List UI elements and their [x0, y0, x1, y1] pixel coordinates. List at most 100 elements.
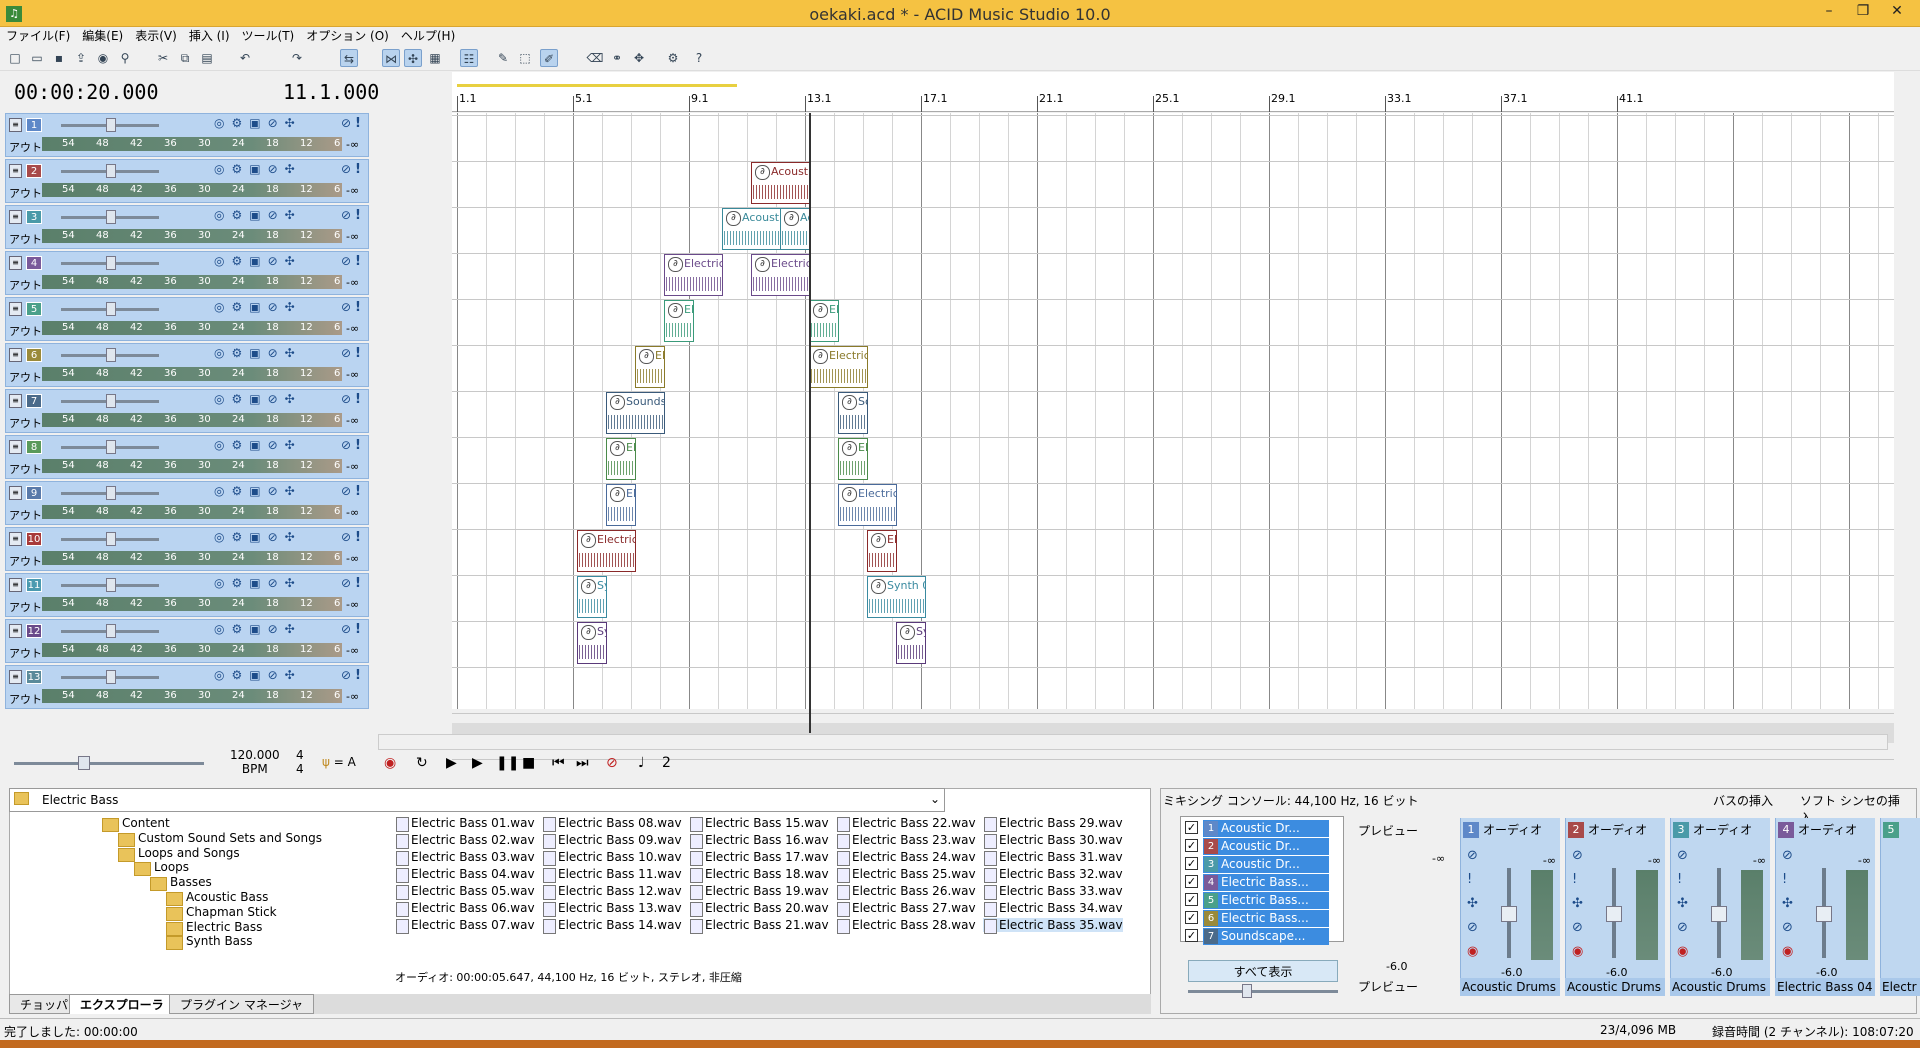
file-item[interactable]: Electric Bass 32.wav	[983, 867, 1123, 883]
menu-view[interactable]: 表示(V)	[129, 27, 183, 46]
file-item[interactable]: Electric Bass 07.wav	[395, 918, 535, 934]
file-item[interactable]: Electric Bass 06.wav	[395, 901, 535, 917]
track-volume-knob[interactable]	[106, 348, 116, 362]
strip-fx-icon[interactable]: ⊘	[1467, 920, 1478, 935]
file-item[interactable]: Electric Bass 28.wav	[836, 918, 976, 934]
track-grip-icon[interactable]: ≡	[9, 532, 22, 546]
track-fx-icons[interactable]: ◎⚙▣⊘✣	[214, 208, 302, 222]
track-header[interactable]: ≡ 5 ◎⚙▣⊘✣! アウト 54 48 42 36 30 24 18 12 6 -∞ ⊘	[5, 297, 369, 341]
file-item[interactable]: Electric Bass 21.wav	[689, 918, 829, 934]
strip-fx-icon[interactable]: ⊘	[1782, 920, 1793, 935]
audio-clip[interactable]: Electric B	[751, 254, 810, 296]
tempo-display[interactable]: 120.000 BPM	[230, 748, 280, 776]
loop-region[interactable]	[457, 84, 737, 87]
strip-header[interactable]: 1 オーディオ	[1461, 820, 1561, 840]
mixer-strip[interactable]: 3 オーディオ -∞ ⊘! ✣ ⊘ ◉ -6.0	[1670, 818, 1770, 986]
snap-icon[interactable]: ⋈	[382, 49, 400, 67]
audio-clip[interactable]: El	[809, 300, 839, 342]
track-fx-icons[interactable]: ◎⚙▣⊘✣	[214, 300, 302, 314]
track-alert-icon[interactable]: !	[355, 346, 361, 361]
minimize-button[interactable]: –	[1812, 0, 1846, 22]
tab-plugin-manager[interactable]: プラグイン マネージャ	[169, 994, 314, 1014]
tree-node[interactable]: Synth Bass	[166, 934, 253, 951]
track-alert-icon[interactable]: !	[355, 530, 361, 545]
strip-fader-knob[interactable]	[1711, 906, 1727, 922]
strip-fx-icon[interactable]: ◉	[1677, 944, 1688, 959]
track-grip-icon[interactable]: ≡	[9, 394, 22, 408]
new-icon[interactable]: □	[6, 49, 24, 67]
strip-fx-icon[interactable]: ◉	[1782, 944, 1793, 959]
track-header[interactable]: ≡ 6 ◎⚙▣⊘✣! アウト 54 48 42 36 30 24 18 12 6 -∞ ⊘	[5, 343, 369, 387]
file-item[interactable]: Electric Bass 13.wav	[542, 901, 682, 917]
redo-icon[interactable]: ↷	[288, 49, 306, 67]
strip-fx-icon[interactable]: ✣	[1782, 896, 1793, 911]
erase-tool-icon[interactable]: ⌫	[586, 49, 604, 67]
auto-ripple-icon[interactable]: ⇆	[340, 49, 358, 67]
track-header[interactable]: ≡ 7 ◎⚙▣⊘✣! アウト 54 48 42 36 30 24 18 12 6 -∞ ⊘	[5, 389, 369, 433]
file-item[interactable]: Electric Bass 08.wav	[542, 816, 682, 832]
strip-fx-icon[interactable]: ✣	[1572, 896, 1583, 911]
file-item[interactable]: Electric Bass 20.wav	[689, 901, 829, 917]
menu-edit[interactable]: 編集(E)	[76, 27, 129, 46]
explorer-path-field[interactable]: Electric Bass ⌄	[9, 788, 945, 812]
track-volume-knob[interactable]	[106, 164, 116, 178]
track-header[interactable]: ≡ 8 ◎⚙▣⊘✣! アウト 54 48 42 36 30 24 18 12 6 -∞ ⊘	[5, 435, 369, 479]
track-alert-icon[interactable]: !	[355, 300, 361, 315]
metronome-icon[interactable]: ⚙	[664, 49, 682, 67]
tree-node[interactable]: Electric Bass	[166, 920, 262, 936]
draw-tool-icon[interactable]: ✎	[494, 49, 512, 67]
track-grip-icon[interactable]: ≡	[9, 164, 22, 178]
tree-node[interactable]: Acoustic Bass	[166, 890, 268, 906]
mixer-strip[interactable]: 2 オーディオ -∞ ⊘! ✣ ⊘ ◉ -6.0	[1565, 818, 1665, 986]
strip-fx-icon[interactable]: ⊘	[1467, 848, 1478, 863]
strip-fader-knob[interactable]	[1606, 906, 1622, 922]
channel-checkbox[interactable]: ✓	[1185, 893, 1198, 906]
strip-fx-icon[interactable]: !	[1467, 872, 1472, 887]
file-item[interactable]: Electric Bass 31.wav	[983, 850, 1123, 866]
menu-file[interactable]: ファイル(F)	[0, 27, 76, 46]
audio-clip[interactable]: El	[606, 484, 636, 526]
track-volume-knob[interactable]	[106, 624, 116, 638]
audio-clip[interactable]: Electric f	[577, 530, 636, 572]
strip-fx-icon[interactable]: ⊘	[1677, 920, 1688, 935]
channel-list-item[interactable]: 2 Acoustic Dr...	[1203, 838, 1329, 855]
strip-fx-icon[interactable]: !	[1782, 872, 1787, 887]
track-grip-icon[interactable]: ≡	[9, 302, 22, 316]
file-item[interactable]: Electric Bass 09.wav	[542, 833, 682, 849]
channel-checkbox[interactable]: ✓	[1185, 875, 1198, 888]
menu-insert[interactable]: 挿入 (I)	[183, 27, 236, 46]
track-mute-icon[interactable]: ⊘	[341, 622, 351, 636]
track-volume-knob[interactable]	[106, 394, 116, 408]
file-list[interactable]: Electric Bass 01.wav Electric Bass 02.wav…	[395, 816, 1147, 936]
strip-header[interactable]: 5	[1881, 820, 1920, 840]
track-alert-icon[interactable]: !	[355, 116, 361, 131]
track-header[interactable]: ≡ 11 ◎⚙▣⊘✣! アウト 54 48 42 36 30 24 18 12 6 -∞ ⊘	[5, 573, 369, 617]
menu-help[interactable]: ヘルプ(H)	[395, 27, 461, 46]
menu-options[interactable]: オプション (O)	[300, 27, 395, 46]
audio-clip[interactable]: Electric B	[809, 346, 868, 388]
horizontal-scrollbar[interactable]	[378, 734, 1888, 750]
track-grip-icon[interactable]: ≡	[9, 578, 22, 592]
audio-clip[interactable]: Acoustic	[751, 162, 810, 204]
tree-node[interactable]: Basses	[150, 875, 212, 892]
track-volume-knob[interactable]	[106, 118, 116, 132]
track-mute-icon[interactable]: ⊘	[341, 116, 351, 130]
selection-icon[interactable]: ▦	[426, 49, 444, 67]
file-item[interactable]: Electric Bass 05.wav	[395, 884, 535, 900]
open-icon[interactable]: ▭	[28, 49, 46, 67]
copy-icon[interactable]: ⧉	[176, 49, 194, 67]
strip-fx-icon[interactable]: ⊘	[1572, 920, 1583, 935]
loop-icon[interactable]: ↻	[416, 755, 428, 771]
publish-icon[interactable]: ⇪	[72, 49, 90, 67]
mixer-strip[interactable]: 5	[1880, 818, 1920, 986]
preview-volume-slider[interactable]	[14, 756, 204, 770]
properties-icon[interactable]: ◉	[94, 49, 112, 67]
track-grip-icon[interactable]: ≡	[9, 624, 22, 638]
strip-fx-icon[interactable]: ◉	[1572, 944, 1583, 959]
audio-clip[interactable]: Sy	[577, 576, 607, 618]
audio-clip[interactable]: Sy	[577, 622, 607, 664]
strip-header[interactable]: 4 オーディオ	[1776, 820, 1876, 840]
track-fx-icons[interactable]: ◎⚙▣⊘✣	[214, 622, 302, 636]
track-mute-icon[interactable]: ⊘	[341, 208, 351, 222]
audio-clip[interactable]: Electric B	[664, 254, 723, 296]
